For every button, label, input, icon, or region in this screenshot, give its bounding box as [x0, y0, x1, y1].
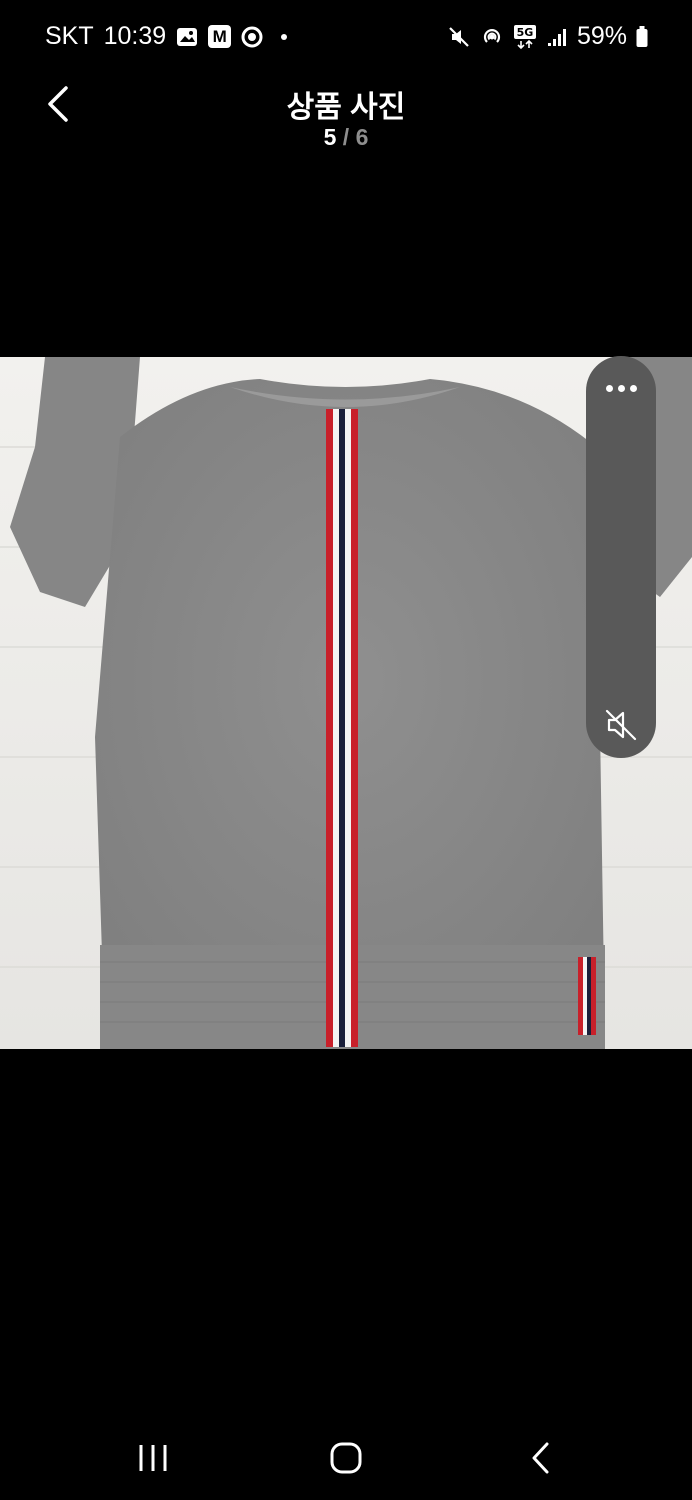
header: 상품 사진 5 / 6	[0, 72, 692, 172]
hotspot-icon	[480, 25, 504, 49]
gallery-icon	[176, 26, 198, 48]
recents-icon	[139, 1445, 167, 1471]
status-carrier: SKT	[45, 22, 94, 50]
signal-icon	[546, 26, 568, 48]
chrome-icon	[241, 26, 263, 48]
counter-current: 5	[323, 124, 337, 150]
status-bar: SKT 10:39 M 5G 59%	[0, 0, 692, 72]
recents-button[interactable]	[128, 1434, 178, 1484]
more-icon[interactable]	[586, 370, 656, 406]
status-right: 5G 59%	[447, 22, 648, 51]
counter-total: 6	[355, 124, 369, 150]
edge-panel[interactable]	[586, 356, 656, 758]
home-icon	[330, 1442, 362, 1474]
tricolor-stripe	[326, 409, 358, 1047]
image-counter: 5 / 6	[0, 124, 692, 151]
notification-dot-icon	[281, 33, 288, 40]
counter-separator: /	[342, 124, 350, 150]
mute-icon	[447, 25, 471, 49]
battery-percent: 59%	[576, 22, 627, 50]
side-vent-tab	[578, 957, 596, 1035]
5g-icon: 5G	[513, 24, 537, 50]
status-time: 10:39	[103, 22, 167, 50]
5g-label: 5G	[517, 26, 534, 39]
page-title: 상품 사진	[286, 91, 406, 124]
back-icon	[532, 1442, 549, 1474]
nav-back-button[interactable]	[516, 1434, 566, 1484]
m-badge-icon: M	[208, 25, 232, 48]
battery-icon	[636, 25, 648, 48]
home-button[interactable]	[321, 1434, 371, 1484]
mute-toggle-button[interactable]	[602, 706, 640, 744]
status-left: SKT 10:39 M	[45, 22, 288, 51]
mute-icon	[605, 709, 637, 741]
navigation-bar	[0, 1420, 692, 1500]
